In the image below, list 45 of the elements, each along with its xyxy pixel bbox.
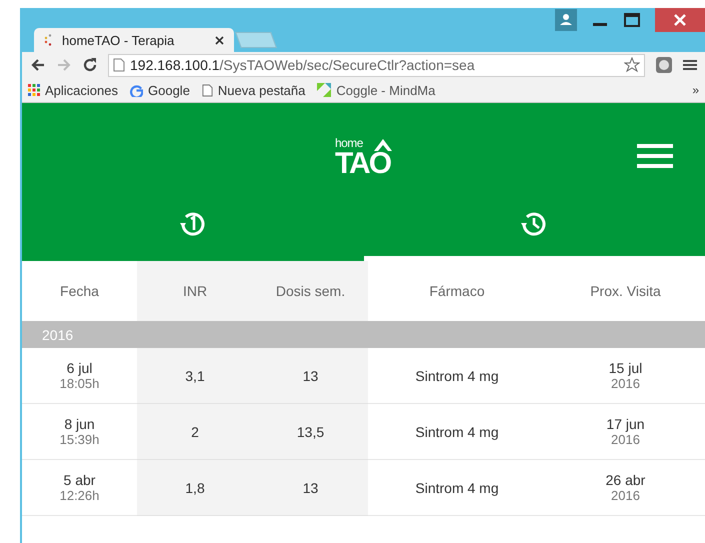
menu-icon[interactable] <box>683 58 697 72</box>
bookmark[interactable]: Coggle - MindMa <box>317 82 436 98</box>
maximize-icon[interactable] <box>623 11 641 29</box>
dose-cell: 13,5 <box>253 404 368 460</box>
browser-tab[interactable]: homeTAO - Terapia <box>34 28 234 52</box>
menu-icon[interactable] <box>637 143 673 169</box>
tab-title: homeTAO - Terapia <box>62 32 176 48</box>
star-icon[interactable] <box>624 57 640 73</box>
bookmark[interactable]: Google <box>130 82 190 98</box>
google-icon <box>130 84 143 96</box>
back-icon[interactable] <box>30 57 46 73</box>
drug-cell: Sintrom 4 mg <box>368 348 546 404</box>
logo-text: TAO <box>334 149 390 179</box>
roof-icon <box>374 139 392 153</box>
logo-small-text: home <box>334 137 363 149</box>
next-visit-cell: 17 jun 2016 <box>546 404 705 460</box>
column-header[interactable]: Prox. Visita <box>546 261 705 321</box>
drug-cell: Sintrom 4 mg <box>368 404 546 460</box>
dose-cell: 13 <box>253 460 368 516</box>
bookmark[interactable]: Aplicaciones <box>28 82 118 98</box>
column-header[interactable]: Fecha <box>22 261 137 321</box>
user-icon[interactable] <box>555 9 577 31</box>
close-tab-icon[interactable] <box>215 36 224 44</box>
drug-cell: Sintrom 4 mg <box>368 460 546 516</box>
column-header[interactable]: Fármaco <box>368 261 546 321</box>
url-text: 192.168.100.1/SysTAOWeb/sec/SecureCtlr?action=sea <box>130 57 476 73</box>
year-group-header: 2016 <box>22 321 705 348</box>
address-bar[interactable]: 192.168.100.1/SysTAOWeb/sec/SecureCtlr?action=sea <box>108 54 645 76</box>
more-bookmarks-button[interactable]: » <box>692 83 699 97</box>
inr-cell: 2 <box>137 404 253 460</box>
next-visit-cell: 15 jul 2016 <box>546 348 705 404</box>
inr-cell: 1,8 <box>137 460 253 516</box>
column-header[interactable]: INR <box>137 261 253 321</box>
inr-cell: 3,1 <box>137 348 253 404</box>
reload-icon[interactable] <box>82 57 98 73</box>
next-visit-cell: 26 abr 2016 <box>546 460 705 516</box>
column-header[interactable]: Dosis sem. <box>253 261 368 321</box>
extension-icon[interactable] <box>655 56 673 74</box>
page-icon <box>202 84 213 96</box>
bookmark[interactable]: Nueva pestaña <box>202 82 306 98</box>
dose-cell: 13 <box>253 348 368 404</box>
apps-grid-icon <box>28 84 40 96</box>
coggle-icon <box>317 83 332 97</box>
close-icon[interactable] <box>655 8 705 32</box>
page-icon <box>113 58 125 72</box>
